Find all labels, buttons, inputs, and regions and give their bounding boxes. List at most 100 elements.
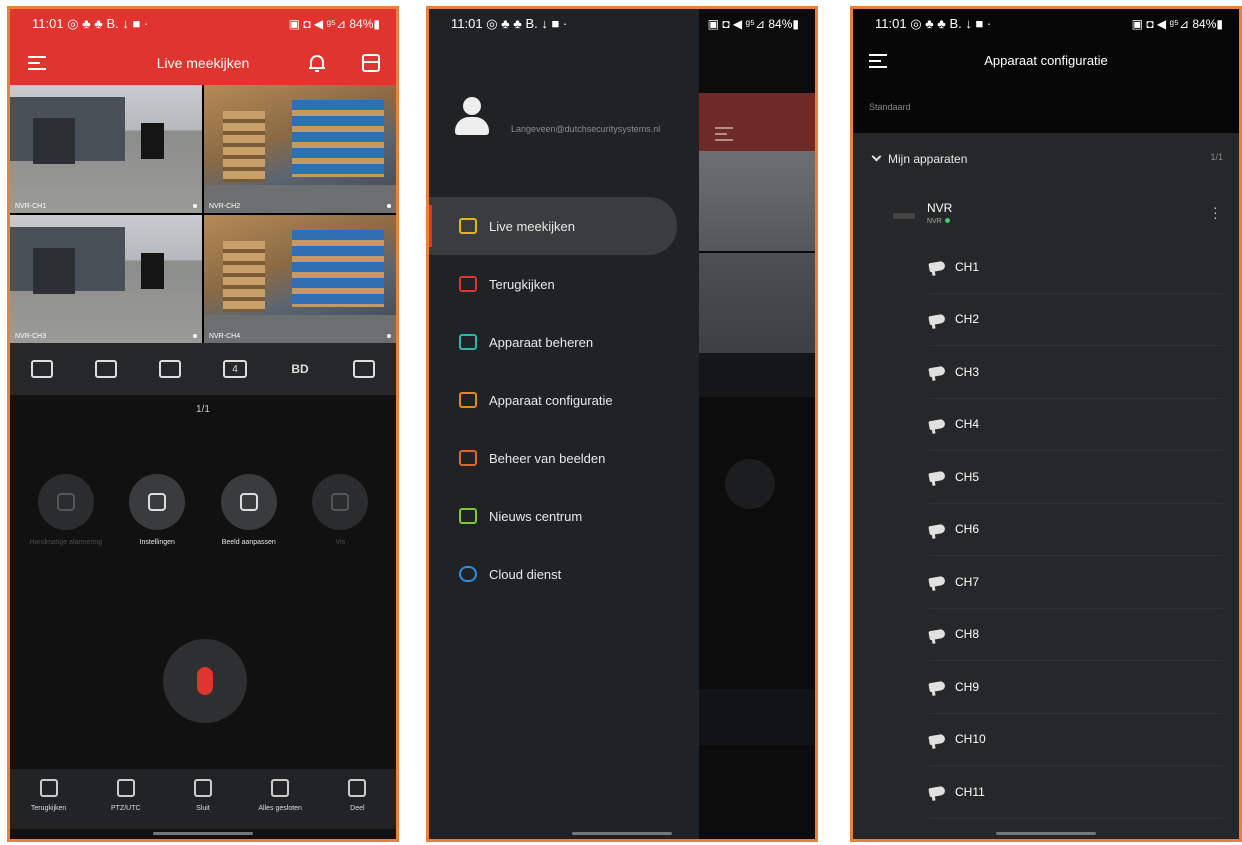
camera-tile[interactable]: NVR-CH4	[204, 215, 396, 343]
menu-item-beheer-van-beelden[interactable]: Beheer van beelden	[429, 429, 677, 487]
status-left: 11:01 ◎ ♣ ♣ B. ↓ ■ ·	[32, 16, 148, 32]
camera-tile[interactable]: NVR-CH3	[10, 215, 202, 343]
menu-drawer-screen: 11:01 ◎ ♣ ♣ B. ↓ ■ · Langeveen@dutchsecu…	[426, 6, 818, 842]
manual-alarm-button[interactable]: Handmatige alarmering	[26, 474, 106, 546]
section-label: Standaard	[869, 102, 911, 112]
channel-row[interactable]: CH10	[928, 714, 1223, 766]
camera-tile[interactable]: NVR-CH1	[10, 85, 202, 213]
status-icons-left: ◎ ♣ ♣ B. ↓ ■ ·	[67, 16, 149, 31]
live-view-screen: 11:01 ◎ ♣ ♣ B. ↓ ■ · ▣ ◘ ◀ ᵍ⁵⊿ 84%▮ Live…	[7, 6, 399, 842]
channel-name: CH11	[955, 784, 985, 799]
camera-icon	[928, 523, 946, 536]
image-adjust-button[interactable]: Beeld aanpassen	[209, 474, 289, 546]
channel-row[interactable]: CH1	[928, 241, 1223, 294]
channel-row[interactable]: CH8	[928, 609, 1223, 661]
channel-row[interactable]: CH7	[928, 556, 1223, 609]
menu-item-nieuws-centrum[interactable]: Nieuws centrum	[429, 487, 677, 545]
channel-name: CH8	[955, 627, 980, 642]
channel-row[interactable]: CH9	[928, 661, 1223, 714]
device-list-icon[interactable]	[362, 54, 380, 72]
playback-tab[interactable]: Terugkijken	[14, 779, 84, 812]
close-tab[interactable]: Sluit	[168, 779, 238, 812]
channel-row[interactable]: CH3	[928, 346, 1223, 399]
fisheye-button[interactable]: Vis	[300, 474, 380, 546]
status-time: 11:01	[451, 16, 483, 31]
bottom-bar: Terugkijken PTZ/UTC Sluit Alles gesloten…	[10, 769, 396, 829]
channel-row[interactable]: CH2	[928, 294, 1223, 346]
camera-tile[interactable]: NVR-CH2	[204, 85, 396, 213]
more-screens-icon[interactable]	[353, 360, 375, 378]
channel-name: CH4	[955, 417, 980, 432]
channel-row[interactable]: CH11	[928, 766, 1223, 819]
avatar[interactable]	[455, 97, 489, 135]
close-icon	[193, 779, 212, 797]
device-config-icon	[459, 392, 477, 408]
camera-icon	[928, 628, 946, 641]
navigation-drawer: 11:01 ◎ ♣ ♣ B. ↓ ■ · Langeveen@dutchsecu…	[429, 9, 699, 839]
channel-name: CH1	[955, 259, 980, 274]
playback-icon	[39, 779, 58, 797]
settings-icon	[148, 493, 167, 511]
quality-button[interactable]: BD	[289, 360, 311, 378]
menu-item-apparaat-beheren[interactable]: Apparaat beheren	[429, 313, 677, 371]
device-config-screen: 11:01 ◎ ♣ ♣ B. ↓ ■ · ▣ ◘ ◀ ᵍ⁵⊿ 84%▮ Appa…	[850, 6, 1242, 842]
action-row: Handmatige alarmering Instellingen Beeld…	[10, 474, 396, 546]
tab-label: Deel	[350, 805, 365, 812]
menu-item-apparaat-configuratie[interactable]: Apparaat configuratie	[429, 371, 677, 429]
menu-item-label: Terugkijken	[489, 276, 555, 292]
mute-icon[interactable]	[159, 360, 181, 378]
news-icon	[459, 508, 477, 524]
channel-name: CH6	[955, 522, 980, 537]
page-indicator: 1/1	[196, 404, 210, 415]
device-row[interactable]: NVR NVR · · ·	[893, 199, 1223, 239]
channel-name: CH7	[955, 574, 980, 589]
menu-item-cloud-dienst[interactable]: Cloud dienst	[429, 545, 677, 603]
tab-label: Terugkijken	[30, 805, 67, 812]
group-label: Mijn apparaten	[888, 152, 968, 166]
camera-icon	[928, 418, 946, 431]
snapshot-icon[interactable]	[31, 360, 53, 378]
fisheye-icon	[331, 493, 350, 511]
menu-item-terugkijken[interactable]: Terugkijken	[429, 255, 677, 313]
channel-name: CH5	[955, 469, 980, 484]
app-header: 11:01 ◎ ♣ ♣ B. ↓ ■ · ▣ ◘ ◀ ᵍ⁵⊿ 84%▮ Live…	[10, 9, 396, 85]
status-icons-right: ▣ ◘ ◀ ᵍ⁵⊿ 84%▮	[288, 17, 380, 31]
tab-label: Alles gesloten	[258, 805, 302, 812]
status-icons-right: ▣ ◘ ◀ ᵍ⁵⊿ 84%▮	[1131, 17, 1223, 31]
channel-name: CH3	[955, 364, 980, 379]
ptz-tab[interactable]: PTZ/UTC	[91, 779, 161, 812]
device-type-label: NVR	[927, 218, 942, 225]
camera-grid: NVR-CH1 NVR-CH2 NVR-CH3 NVR-CH4	[10, 85, 396, 343]
status-bar: 11:01 ◎ ♣ ♣ B. ↓ ■ · ▣ ◘ ◀ ᵍ⁵⊿ 84%▮	[853, 9, 1239, 39]
channel-row[interactable]: CH6	[928, 504, 1223, 556]
bell-icon[interactable]	[308, 53, 326, 73]
camera-icon	[928, 313, 946, 326]
status-left: 11:01 ◎ ♣ ♣ B. ↓ ■ ·	[451, 16, 567, 32]
talk-button[interactable]	[163, 639, 247, 723]
menu-item-label: Apparaat configuratie	[489, 392, 613, 408]
camera-icon	[928, 785, 946, 798]
settings-button[interactable]: Instellingen	[117, 474, 197, 546]
menu-item-live-meekijken[interactable]: Live meekijken	[429, 197, 677, 255]
close-all-tab[interactable]: Alles gesloten	[245, 779, 315, 812]
channel-row[interactable]: CH5	[928, 451, 1223, 504]
record-icon[interactable]	[95, 360, 117, 378]
action-label: Instellingen	[139, 539, 175, 546]
image-manage-icon	[459, 450, 477, 466]
camera-icon	[928, 575, 946, 588]
device-type: NVR	[927, 218, 950, 225]
microphone-icon	[197, 667, 213, 695]
more-options-icon[interactable]: · · ·	[1213, 200, 1218, 224]
status-time: 11:01	[32, 16, 64, 31]
share-tab[interactable]: Deel	[322, 779, 392, 812]
split-screen-button[interactable]: 4	[223, 360, 247, 378]
camera-label: NVR-CH1	[15, 203, 47, 210]
channel-row[interactable]: CH4	[928, 399, 1223, 451]
device-group-header[interactable]: Mijn apparaten 1/1	[869, 151, 1223, 166]
chevron-down-icon	[871, 151, 882, 162]
channel-name: CH10	[955, 732, 986, 747]
action-label: Beeld aanpassen	[221, 539, 276, 546]
dimmed-background[interactable]	[699, 9, 815, 839]
drawer-menu: Live meekijken Terugkijken Apparaat behe…	[429, 197, 677, 603]
tab-label: PTZ/UTC	[111, 805, 141, 812]
